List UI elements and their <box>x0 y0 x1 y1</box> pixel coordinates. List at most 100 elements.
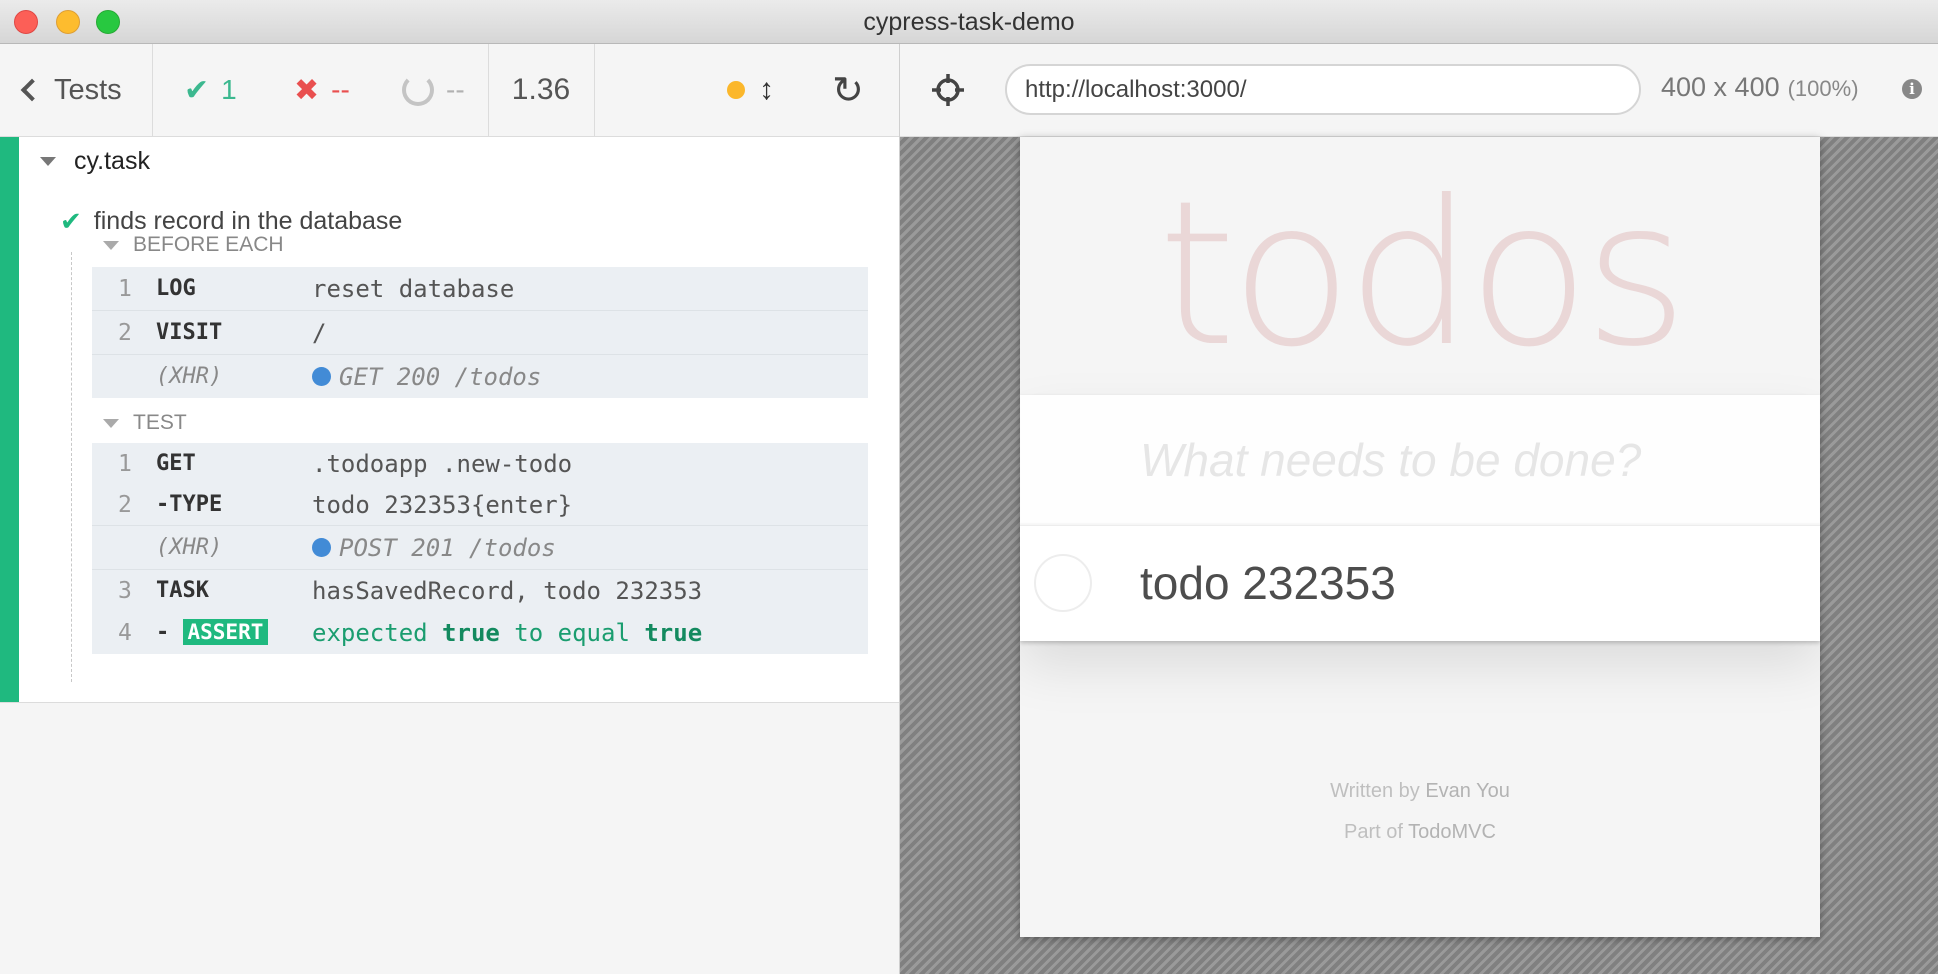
command-number: 2 <box>118 491 132 518</box>
test-commands: 1 GET .todoapp .new-todo 2 -TYPE todo 23… <box>92 443 868 654</box>
chevron-left-icon <box>20 78 44 102</box>
new-todo-input[interactable]: What needs to be done? <box>1020 395 1820 526</box>
command-name: - ASSERT <box>156 619 269 645</box>
assert-value: true <box>442 618 500 647</box>
running-status-dot <box>727 81 745 99</box>
reporter-header: Tests ✔ 1 ✖ -- -- 1.36 ↕ ↻ <box>0 44 900 137</box>
crosshair-icon <box>932 74 964 106</box>
xhr-status-dot <box>312 538 331 557</box>
passed-stat: ✔ 1 <box>184 44 237 136</box>
viewport-dimensions: 400 x 400 <box>1661 72 1780 102</box>
command-row[interactable]: 3 TASK hasSavedRecord, todo 232353 <box>92 570 868 611</box>
suite-title[interactable]: cy.task <box>40 147 150 176</box>
command-name: (XHR) <box>156 364 223 389</box>
test-title-label: finds record in the database <box>93 207 403 235</box>
command-row[interactable]: 1 GET .todoapp .new-todo <box>92 443 868 484</box>
suite-title-label: cy.task <box>74 147 150 175</box>
passed-indicator-bar <box>0 137 19 702</box>
failed-stat: ✖ -- <box>294 44 350 136</box>
command-message: .todoapp .new-todo <box>312 449 573 478</box>
command-name: VISIT <box>156 320 223 345</box>
rerun-button[interactable]: ↻ <box>832 44 864 136</box>
auto-scroll-toggle[interactable]: ↕ <box>727 44 774 136</box>
todo-app: todos What needs to be done? todo 232353… <box>1020 137 1820 937</box>
command-name: GET <box>156 451 196 476</box>
selector-playground-button[interactable] <box>928 70 968 110</box>
reporter-runnables: cy.task ✔ finds record in the database B… <box>0 137 900 703</box>
checkmark-icon: ✔ <box>184 73 210 107</box>
command-name: (XHR) <box>156 535 223 560</box>
aut-iframe-area: todos What needs to be done? todo 232353… <box>900 137 1938 974</box>
hook-test[interactable]: TEST <box>103 411 187 435</box>
viewport-size: 400 x 400 (100%) <box>1661 72 1859 103</box>
command-row[interactable]: 2 -TYPE todo 232353{enter} <box>92 484 868 526</box>
checkmark-icon: ✔ <box>60 206 82 236</box>
collapse-triangle-icon <box>103 240 119 250</box>
written-by-text: Written by <box>1330 780 1420 802</box>
pending-spinner-icon <box>402 74 434 106</box>
author-link[interactable]: Evan You <box>1425 780 1510 802</box>
hook-title-label: BEFORE EACH <box>133 233 284 256</box>
url-field[interactable]: http://localhost:3000/ <box>1005 64 1641 115</box>
footer-credit: Written by Evan You <box>1020 771 1820 812</box>
run-duration: 1.36 <box>511 73 571 106</box>
tests-back-button[interactable]: Tests <box>0 44 152 136</box>
command-number: 1 <box>118 450 132 477</box>
header-divider <box>152 44 153 136</box>
hook-guide-line <box>71 252 72 682</box>
info-icon[interactable]: i <box>1902 79 1922 99</box>
xhr-message: POST 201 /todos <box>339 533 556 562</box>
assert-value: true <box>644 618 703 647</box>
xhr-message: GET 200 /todos <box>339 362 542 391</box>
command-name: TASK <box>156 578 209 603</box>
footer-part-of: Part of TodoMVC <box>1020 812 1820 853</box>
collapse-triangle-icon <box>40 157 56 166</box>
window-title: cypress-task-demo <box>863 8 1075 36</box>
todo-label[interactable]: todo 232353 <box>1140 526 1396 641</box>
command-number: 4 <box>118 619 132 646</box>
window-titlebar: cypress-task-demo <box>0 0 1938 44</box>
failed-count: -- <box>331 74 350 105</box>
xhr-status-dot <box>312 367 331 386</box>
assert-badge: ASSERT <box>182 619 269 645</box>
collapse-triangle-icon <box>103 418 119 428</box>
command-message: GET 200 /todos <box>312 363 541 391</box>
command-message: todo 232353{enter} <box>312 490 573 519</box>
command-message: POST 201 /todos <box>312 534 556 562</box>
reload-icon: ↻ <box>832 69 864 112</box>
hook-title-label: TEST <box>133 411 187 434</box>
todo-card: What needs to be done? todo 232353 <box>1020 395 1820 641</box>
command-name: LOG <box>156 276 196 301</box>
hook-before-each[interactable]: BEFORE EACH <box>103 233 284 257</box>
todomvc-link[interactable]: TodoMVC <box>1408 821 1496 843</box>
pending-stat: -- <box>402 44 465 136</box>
assert-word: to equal <box>514 618 630 647</box>
command-number: 1 <box>118 275 132 302</box>
tests-label: Tests <box>54 73 122 106</box>
command-name: -TYPE <box>156 492 223 517</box>
header-divider <box>594 44 595 136</box>
command-message: reset database <box>312 274 515 303</box>
todo-toggle-checkbox[interactable] <box>1034 554 1092 612</box>
assert-word: expected <box>312 618 428 647</box>
app-title: todos <box>1157 158 1688 391</box>
app-footer: Written by Evan You Part of TodoMVC <box>1020 771 1820 853</box>
before-each-commands: 1 LOG reset database 2 VISIT / (XHR) GET… <box>92 267 868 398</box>
assert-command-row[interactable]: 4 - ASSERT expected true to equal true <box>92 611 868 654</box>
xhr-command-row[interactable]: (XHR) POST 201 /todos <box>92 526 868 570</box>
command-prefix: - <box>156 620 170 645</box>
viewport-zoom: (100%) <box>1787 76 1859 101</box>
pending-count: -- <box>446 74 465 105</box>
aut-header: http://localhost:3000/ 400 x 400 (100%) i <box>900 44 1938 137</box>
xhr-command-row[interactable]: (XHR) GET 200 /todos <box>92 355 868 398</box>
assert-message: expected true to equal true <box>312 619 702 647</box>
up-down-arrow-icon: ↕ <box>759 73 774 106</box>
todo-item[interactable]: todo 232353 <box>1020 526 1820 641</box>
command-message: hasSavedRecord, todo 232353 <box>312 576 703 605</box>
passed-count: 1 <box>221 74 237 105</box>
command-row[interactable]: 1 LOG reset database <box>92 267 868 311</box>
command-row[interactable]: 2 VISIT / <box>92 311 868 355</box>
command-number: 3 <box>118 577 132 604</box>
command-number: 2 <box>118 319 132 346</box>
command-message: / <box>312 318 327 347</box>
